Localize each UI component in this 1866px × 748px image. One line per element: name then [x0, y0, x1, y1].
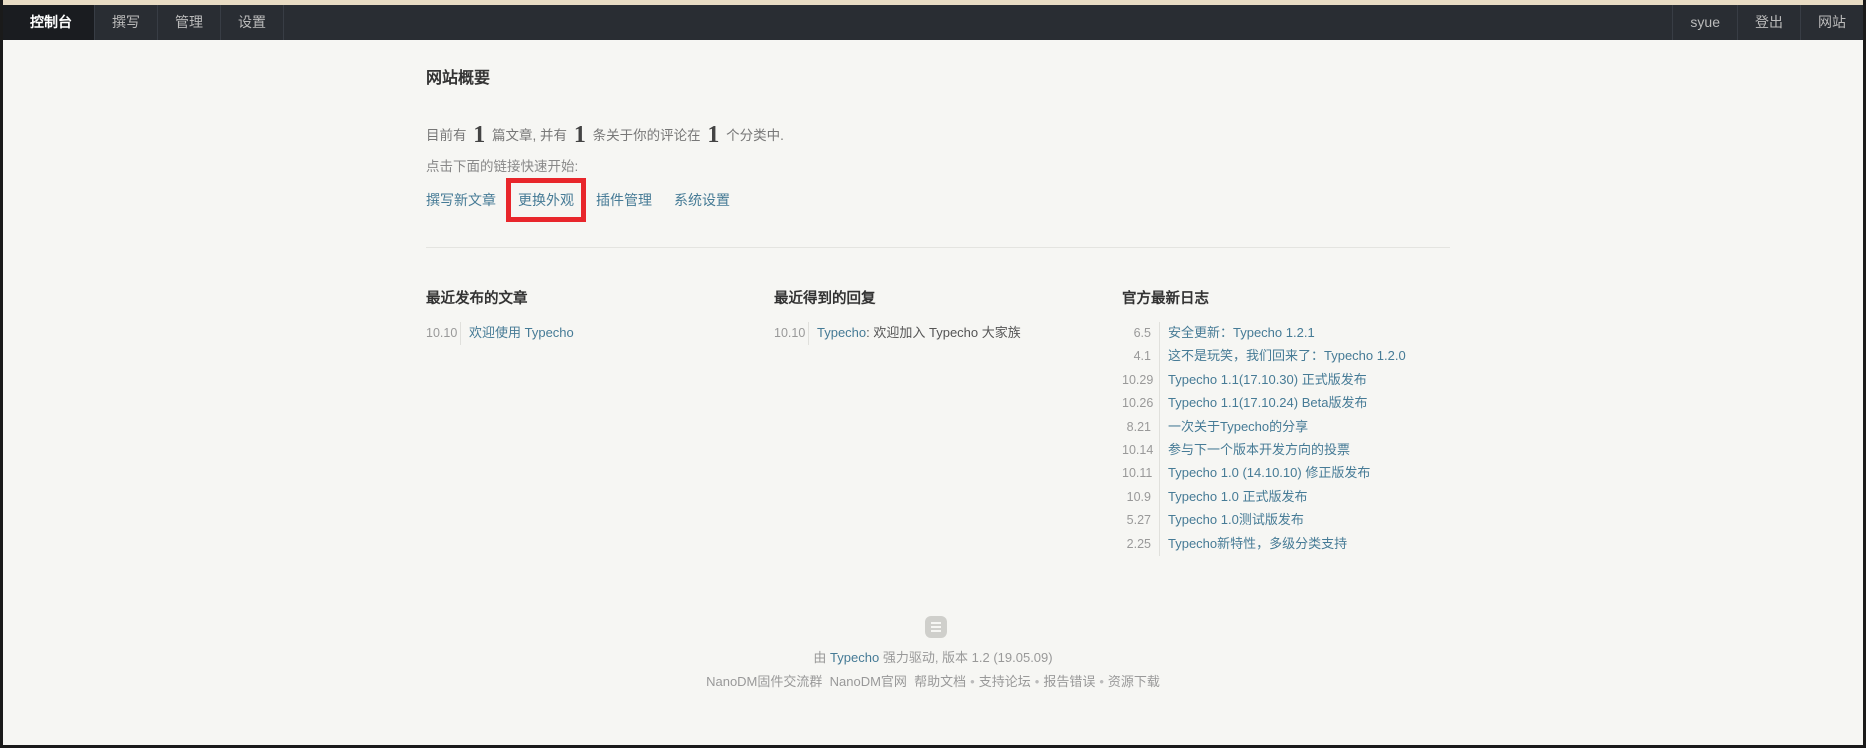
footer-link-download[interactable]: 资源下载 — [1108, 674, 1160, 689]
nav-site[interactable]: 网站 — [1800, 5, 1863, 40]
link-plugin-manage[interactable]: 插件管理 — [596, 190, 652, 210]
news-link[interactable]: Typecho新特性，多级分类支持 — [1168, 536, 1347, 551]
list-item: 10.9 Typecho 1.0 正式版发布 — [1122, 485, 1452, 510]
news-link[interactable]: 安全更新：Typecho 1.2.1 — [1168, 325, 1315, 340]
news-link[interactable]: Typecho 1.1(17.10.30) 正式版发布 — [1168, 372, 1367, 387]
list-item: 6.5 安全更新：Typecho 1.2.1 — [1122, 321, 1452, 346]
link-system-settings[interactable]: 系统设置 — [674, 190, 730, 210]
list-item: 10.11 Typecho 1.0 (14.10.10) 修正版发布 — [1122, 461, 1452, 486]
recent-posts-title: 最近发布的文章 — [426, 291, 528, 307]
nav-right: syue 登出 网站 — [1672, 5, 1863, 40]
footer-link-official[interactable]: NanoDM官网 — [830, 674, 907, 689]
news-date: 6.5 — [1122, 322, 1160, 346]
list-item: 10.10 Typecho: 欢迎加入 Typecho 大家族 — [774, 321, 1104, 346]
powered-prefix: 由 — [813, 650, 827, 665]
separator-dot: • — [970, 674, 975, 689]
nav-logout[interactable]: 登出 — [1737, 5, 1800, 40]
comment-date: 10.10 — [774, 322, 809, 346]
nav-left: 控制台 撰写 管理 设置 — [3, 5, 284, 40]
quick-start-hint: 点击下面的链接快速开始: — [426, 159, 579, 174]
list-item: 10.10 欢迎使用 Typecho — [426, 321, 756, 346]
nav-dashboard[interactable]: 控制台 — [3, 5, 95, 40]
news-date: 4.1 — [1122, 345, 1160, 369]
separator-dot: • — [1099, 674, 1104, 689]
footer-link-report[interactable]: 报告错误 — [1043, 674, 1095, 689]
categories-count: 1 — [707, 122, 720, 148]
page-title: 网站概要 — [426, 70, 491, 87]
comment-author-link[interactable]: Typecho — [817, 325, 866, 340]
news-date: 10.11 — [1122, 462, 1160, 486]
news-link[interactable]: 参与下一个版本开发方向的投票 — [1168, 442, 1350, 457]
summary-prefix: 目前有 — [426, 128, 467, 143]
recent-comments-title: 最近得到的回复 — [774, 291, 876, 307]
recent-comments-list: 10.10 Typecho: 欢迎加入 Typecho 大家族 — [774, 321, 1104, 346]
typecho-logo-icon — [925, 616, 947, 638]
list-item: 10.14 参与下一个版本开发方向的投票 — [1122, 438, 1452, 463]
comment-text: : 欢迎加入 Typecho 大家族 — [866, 325, 1021, 340]
official-news-section: 官方最新日志 6.5 安全更新：Typecho 1.2.1 4.1 这不是玩笑，我们… — [1122, 287, 1452, 556]
separator-dot: • — [1034, 674, 1040, 689]
news-link[interactable]: Typecho 1.0测试版发布 — [1168, 512, 1304, 527]
news-link[interactable]: 这不是玩笑，我们回来了：Typecho 1.2.0 — [1168, 348, 1406, 363]
categories-label: 个分类中. — [726, 128, 784, 143]
link-change-theme[interactable]: 更换外观 — [506, 178, 586, 222]
footer-link-docs[interactable]: 帮助文档 — [914, 674, 966, 689]
official-news-title: 官方最新日志 — [1122, 291, 1209, 307]
posts-count: 1 — [473, 122, 486, 148]
recent-posts-section: 最近发布的文章 10.10 欢迎使用 Typecho — [426, 287, 756, 346]
news-date: 10.26 — [1122, 392, 1160, 416]
typecho-link[interactable]: Typecho — [830, 650, 879, 665]
list-item: 10.29 Typecho 1.1(17.10.30) 正式版发布 — [1122, 368, 1452, 393]
comments-label: 条关于你的评论在 — [592, 128, 701, 143]
official-news-list: 6.5 安全更新：Typecho 1.2.1 4.1 这不是玩笑，我们回来了：Typ… — [1122, 321, 1452, 556]
link-write-post[interactable]: 撰写新文章 — [426, 190, 496, 210]
list-item: 2.25 Typecho新特性，多级分类支持 — [1122, 532, 1452, 556]
footer-link-forum[interactable]: 支持论坛 — [979, 674, 1031, 689]
powered-suffix: 强力驱动, 版本 1.2 (19.05.09) — [882, 650, 1053, 665]
quick-links: 撰写新文章 更换外观 插件管理 系统设置 — [426, 178, 752, 222]
posts-label: 篇文章, 并有 — [492, 128, 568, 143]
recent-comments-section: 最近得到的回复 10.10 Typecho: 欢迎加入 Typecho 大家族 — [774, 287, 1104, 346]
news-link[interactable]: 一次关于Typecho的分享 — [1168, 419, 1308, 434]
list-item: 4.1 这不是玩笑，我们回来了：Typecho 1.2.0 — [1122, 344, 1452, 369]
list-item: 10.26 Typecho 1.1(17.10.24) Beta版发布 — [1122, 391, 1452, 416]
list-item: 8.21 一次关于Typecho的分享 — [1122, 415, 1452, 439]
list-item: 5.27 Typecho 1.0测试版发布 — [1122, 508, 1452, 533]
footer-links: NanoDM固件交流群 NanoDM官网 帮助文档 • 支持论坛 • 报告错误 • 资源下载 — [0, 671, 1866, 690]
nav-manage[interactable]: 管理 — [158, 5, 221, 40]
news-date: 10.14 — [1122, 438, 1160, 463]
nav-user[interactable]: syue — [1672, 5, 1737, 40]
news-date: 2.25 — [1122, 532, 1160, 556]
news-date: 10.29 — [1122, 368, 1160, 393]
recent-posts-list: 10.10 欢迎使用 Typecho — [426, 321, 756, 346]
footer-powered: 由 Typecho 强力驱动, 版本 1.2 (19.05.09) — [0, 647, 1866, 666]
site-summary: 目前有 1 篇文章, 并有 1 条关于你的评论在 1 个分类中. — [426, 122, 784, 149]
nav-settings[interactable]: 设置 — [221, 5, 284, 40]
nav-write[interactable]: 撰写 — [95, 5, 158, 40]
footer-link-group[interactable]: NanoDM固件交流群 — [706, 674, 822, 689]
news-link[interactable]: Typecho 1.0 正式版发布 — [1168, 489, 1307, 504]
post-link[interactable]: 欢迎使用 Typecho — [469, 325, 574, 340]
post-date: 10.10 — [426, 322, 461, 346]
divider — [426, 247, 1450, 248]
news-link[interactable]: Typecho 1.1(17.10.24) Beta版发布 — [1168, 395, 1367, 410]
news-date: 10.9 — [1122, 485, 1160, 510]
news-link[interactable]: Typecho 1.0 (14.10.10) 修正版发布 — [1168, 465, 1370, 480]
news-date: 8.21 — [1122, 415, 1160, 439]
top-navbar: 控制台 撰写 管理 设置 syue 登出 网站 — [0, 0, 1866, 40]
comments-count: 1 — [573, 122, 586, 148]
news-date: 5.27 — [1122, 509, 1160, 533]
